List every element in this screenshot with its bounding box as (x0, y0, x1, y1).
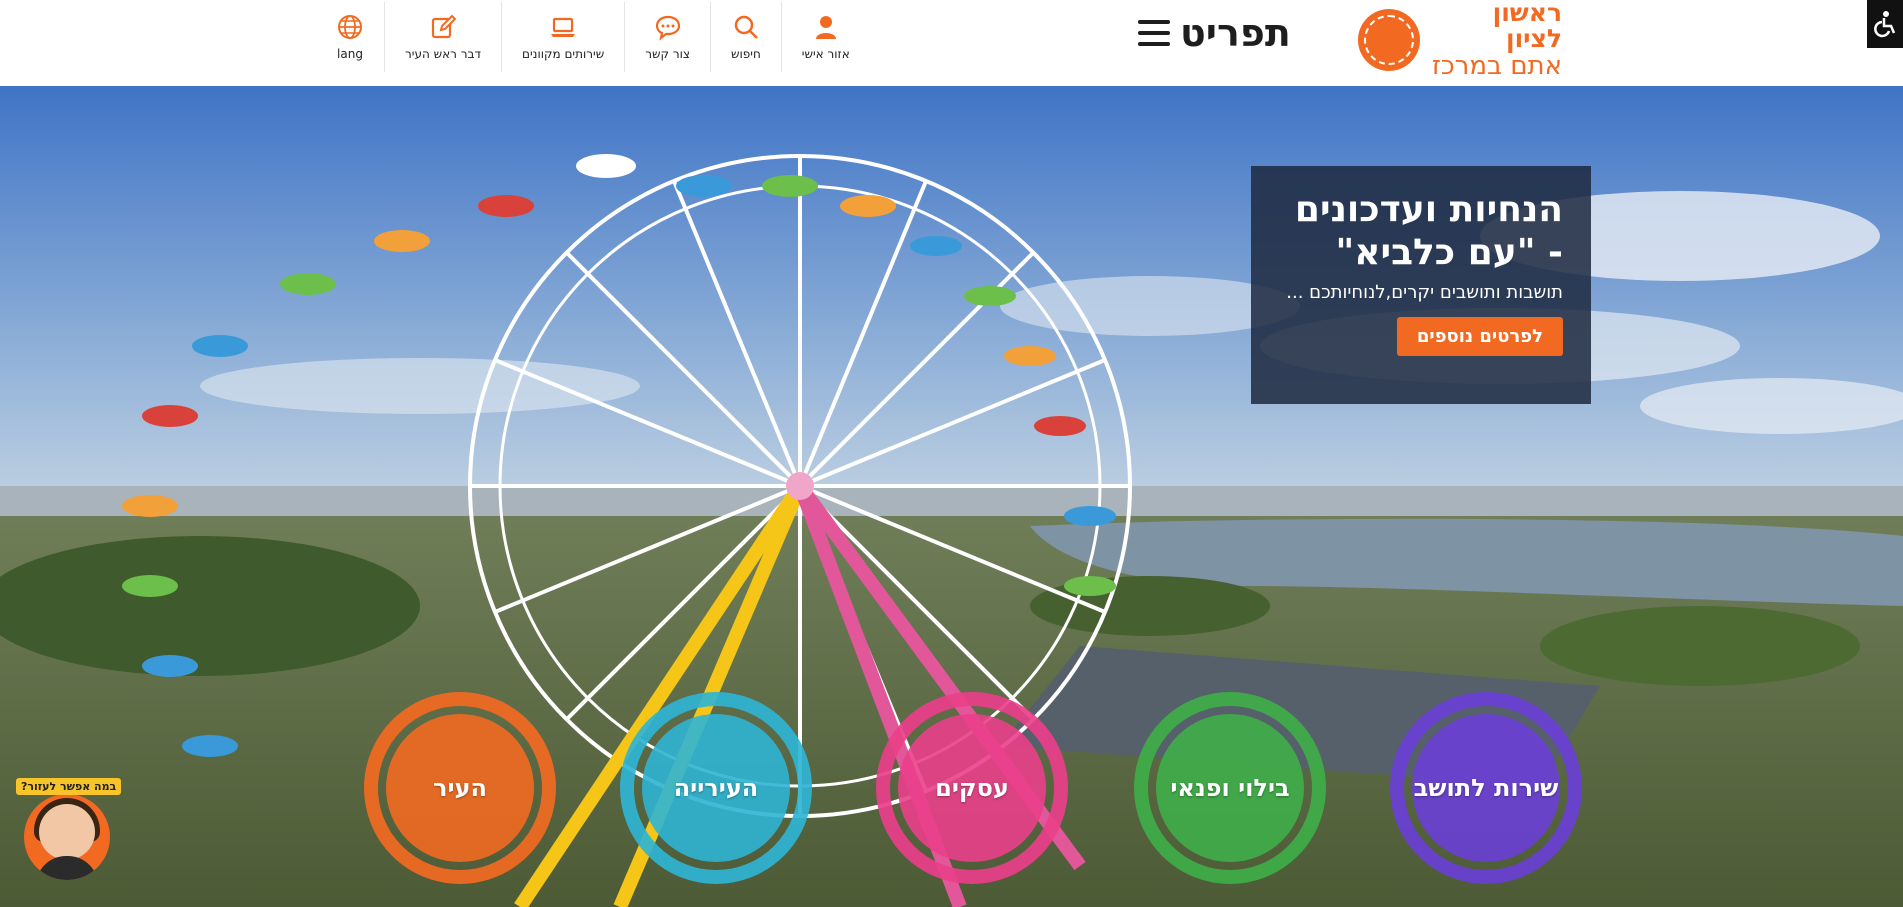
accessibility-button[interactable] (1867, 0, 1903, 48)
nav-search[interactable]: חיפוש (710, 2, 781, 72)
logo-line2: אתם במרכז (1431, 50, 1562, 81)
search-icon (734, 15, 758, 39)
site-logo[interactable]: ראשון לציון אתם במרכז (1358, 0, 1562, 79)
hamburger-icon (1138, 20, 1170, 46)
help-tag: במה אפשר לעזור? (16, 778, 122, 795)
promo-box: הנחיות ועדכונים - "עם כלביא" תושבות ותוש… (1251, 166, 1591, 404)
globe-icon (338, 15, 362, 39)
site-header: ראשון לציון אתם במרכז תפריט אזור אישי חי… (0, 0, 1903, 86)
assistant-avatar (24, 794, 110, 880)
nav-online-services[interactable]: שירותים מקוונים (501, 2, 624, 72)
category-business[interactable]: עסקים (876, 692, 1068, 884)
laptop-icon (551, 17, 576, 37)
nav-label: שירותים מקוונים (522, 47, 605, 61)
category-label: העירייה (673, 774, 759, 802)
top-nav: אזור אישי חיפוש צור קשר שירותים מקוונים (316, 0, 870, 86)
category-leisure[interactable]: בילוי ופנאי (1134, 692, 1326, 884)
nav-label: lang (337, 47, 363, 61)
nav-label: חיפוש (731, 47, 761, 61)
nav-language[interactable]: lang (316, 2, 384, 72)
nav-label: אזור אישי (801, 47, 850, 61)
promo-title: הנחיות ועדכונים - "עם כלביא" (1294, 189, 1563, 274)
category-label: העיר (433, 774, 487, 802)
promo-text: תושבות ותושבים יקרים,לנוחיותכם ... (1286, 282, 1563, 304)
hero-banner: הנחיות ועדכונים - "עם כלביא" תושבות ותוש… (0, 86, 1903, 907)
logo-line1: ראשון לציון (1492, 0, 1562, 54)
user-icon (815, 16, 836, 39)
category-label: שירות לתושב (1413, 774, 1559, 802)
category-label: בילוי ופנאי (1170, 774, 1290, 802)
menu-label: תפריט (1180, 11, 1291, 55)
chat-icon (655, 15, 680, 41)
category-label: עסקים (935, 774, 1009, 802)
wheelchair-icon (1874, 11, 1896, 38)
logo-text: ראשון לציון אתם במרכז (1430, 0, 1562, 80)
category-resident-services[interactable]: שירות לתושב (1390, 692, 1582, 884)
category-city[interactable]: העיר (364, 692, 556, 884)
nav-label: צור קשר (645, 47, 690, 61)
edit-icon (431, 14, 457, 39)
category-municipality[interactable]: העירייה (620, 692, 812, 884)
nav-label: דבר ראש העיר (405, 47, 481, 61)
menu-button[interactable]: תפריט (1138, 11, 1291, 55)
help-chatbot[interactable]: במה אפשר לעזור? (16, 778, 122, 880)
city-seal-icon (1358, 9, 1420, 71)
promo-details-button[interactable]: לפרטים נוספים (1396, 317, 1563, 357)
nav-contact[interactable]: צור קשר (624, 2, 710, 72)
nav-mayor-message[interactable]: דבר ראש העיר (384, 2, 501, 72)
nav-personal-area[interactable]: אזור אישי (780, 2, 870, 72)
